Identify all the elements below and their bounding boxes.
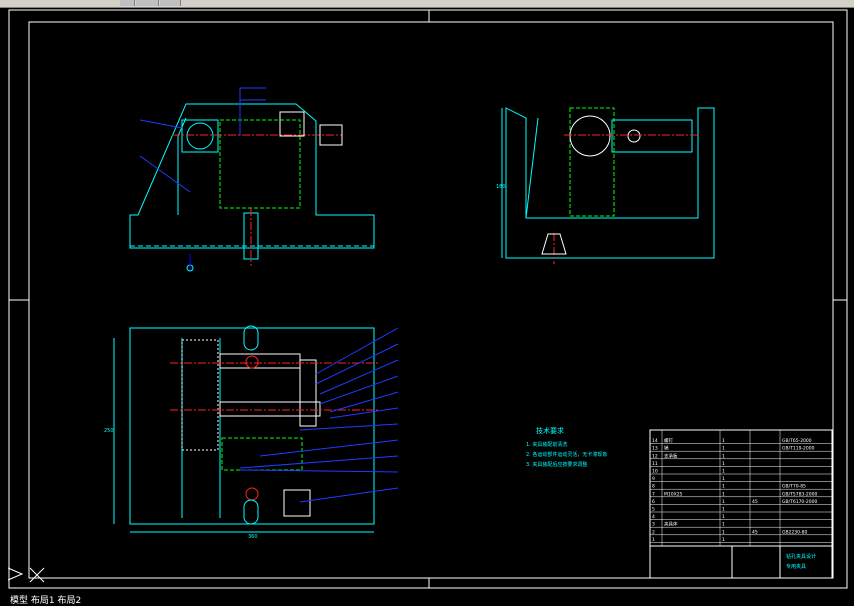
tech-req-item-2: 2. 各运动部件运动灵活，无卡滞现象 bbox=[526, 451, 607, 458]
bom-cell: 1 bbox=[722, 499, 725, 505]
bom-cell: 5 bbox=[652, 507, 655, 513]
bom-cell: 1 bbox=[722, 514, 725, 520]
ucs-icon bbox=[7, 567, 45, 583]
bom-cell: GB/T5783-2000 bbox=[782, 491, 818, 497]
bom-cell: GB/T65-2000 bbox=[782, 438, 812, 444]
bom-cell: 1 bbox=[722, 484, 725, 490]
bom-cell: 1 bbox=[722, 537, 725, 543]
app-toolbar bbox=[0, 0, 854, 8]
bom-cell: 1 bbox=[722, 507, 725, 513]
dim-left: 250 bbox=[104, 428, 114, 434]
drawing-canvas[interactable]: 技术要求 1. 夹具装配前清洗 2. 各运动部件运动灵活，无卡滞现象 3. 夹具… bbox=[0, 8, 854, 596]
dim-side: 180 bbox=[496, 184, 506, 190]
bom-cell: GB/T6170-2000 bbox=[782, 499, 818, 505]
tech-req-title: 技术要求 bbox=[536, 426, 564, 435]
bom-cell: 12 bbox=[652, 453, 658, 459]
toolbar-button-2[interactable] bbox=[136, 0, 159, 6]
title-block-title: 钻孔夹具设计 bbox=[786, 553, 816, 560]
bom-cell: 1 bbox=[652, 537, 655, 543]
bom-cell: 销 bbox=[664, 445, 669, 452]
bom-cell: 1 bbox=[722, 461, 725, 467]
bom-cell: 4 bbox=[652, 514, 655, 520]
bom-cell: 3 bbox=[652, 522, 655, 528]
title-block-subtitle: 专用夹具 bbox=[786, 563, 806, 570]
layout-tabs[interactable]: 模型 布局1 布局2 bbox=[10, 593, 81, 606]
bom-cell: 1 bbox=[722, 453, 725, 459]
bom-cell: 7 bbox=[652, 491, 655, 497]
bom-cell: 9 bbox=[652, 476, 655, 482]
tech-req-item-3: 3. 夹具装配后应按要求调整 bbox=[526, 461, 587, 468]
bom-cell: 夹具体 bbox=[664, 521, 678, 528]
bom-cell: 11 bbox=[652, 461, 658, 467]
bom-cell: 1 bbox=[722, 491, 725, 497]
technical-requirements: 技术要求 1. 夹具装配前清洗 2. 各运动部件运动灵活，无卡滞现象 3. 夹具… bbox=[526, 426, 607, 468]
bom-cell: 2 bbox=[652, 529, 655, 535]
bom-cell: 1 bbox=[722, 476, 725, 482]
bom-cell: 支承板 bbox=[664, 452, 678, 459]
bom-cell: 8 bbox=[652, 484, 655, 490]
title-block: 钻孔夹具设计 专用夹具 bbox=[649, 545, 833, 579]
bom-cell: 1 bbox=[722, 438, 725, 444]
dim-width: 360 bbox=[248, 534, 258, 540]
bom-cell: GB/T119-2000 bbox=[782, 446, 815, 452]
side-view bbox=[501, 107, 715, 264]
toolbar-button-1[interactable] bbox=[120, 0, 135, 6]
bom-cell: 螺钉 bbox=[664, 437, 673, 444]
bom-cell: 1 bbox=[722, 529, 725, 535]
bom-cell: 1 bbox=[722, 446, 725, 452]
bom-cell: 13 bbox=[652, 446, 658, 452]
front-view bbox=[129, 87, 375, 272]
tech-req-item-1: 1. 夹具装配前清洗 bbox=[526, 441, 567, 448]
bom-cell: 45 bbox=[752, 529, 758, 535]
bill-of-materials: 14 螺钉 1 GB/T65-200013 销 1 GB/T119-200012 支承板 111… bbox=[649, 429, 833, 547]
inner-border bbox=[28, 21, 834, 579]
bom-cell: 45 bbox=[752, 499, 758, 505]
toolbar-button-3[interactable] bbox=[160, 0, 181, 6]
status-bar: 模型 布局1 布局2 bbox=[0, 593, 854, 606]
bom-cell: 1 bbox=[722, 522, 725, 528]
bom-cell: 1 bbox=[722, 469, 725, 475]
bom-cell: GB2230-80 bbox=[782, 529, 808, 535]
top-view bbox=[113, 325, 399, 533]
bom-cell: 10 bbox=[652, 469, 658, 475]
bom-cell: 14 bbox=[652, 438, 658, 444]
bom-cell: GB/T70-85 bbox=[782, 484, 806, 490]
bom-cell: 6 bbox=[652, 499, 655, 505]
bom-cell: M10X25 bbox=[664, 491, 683, 497]
